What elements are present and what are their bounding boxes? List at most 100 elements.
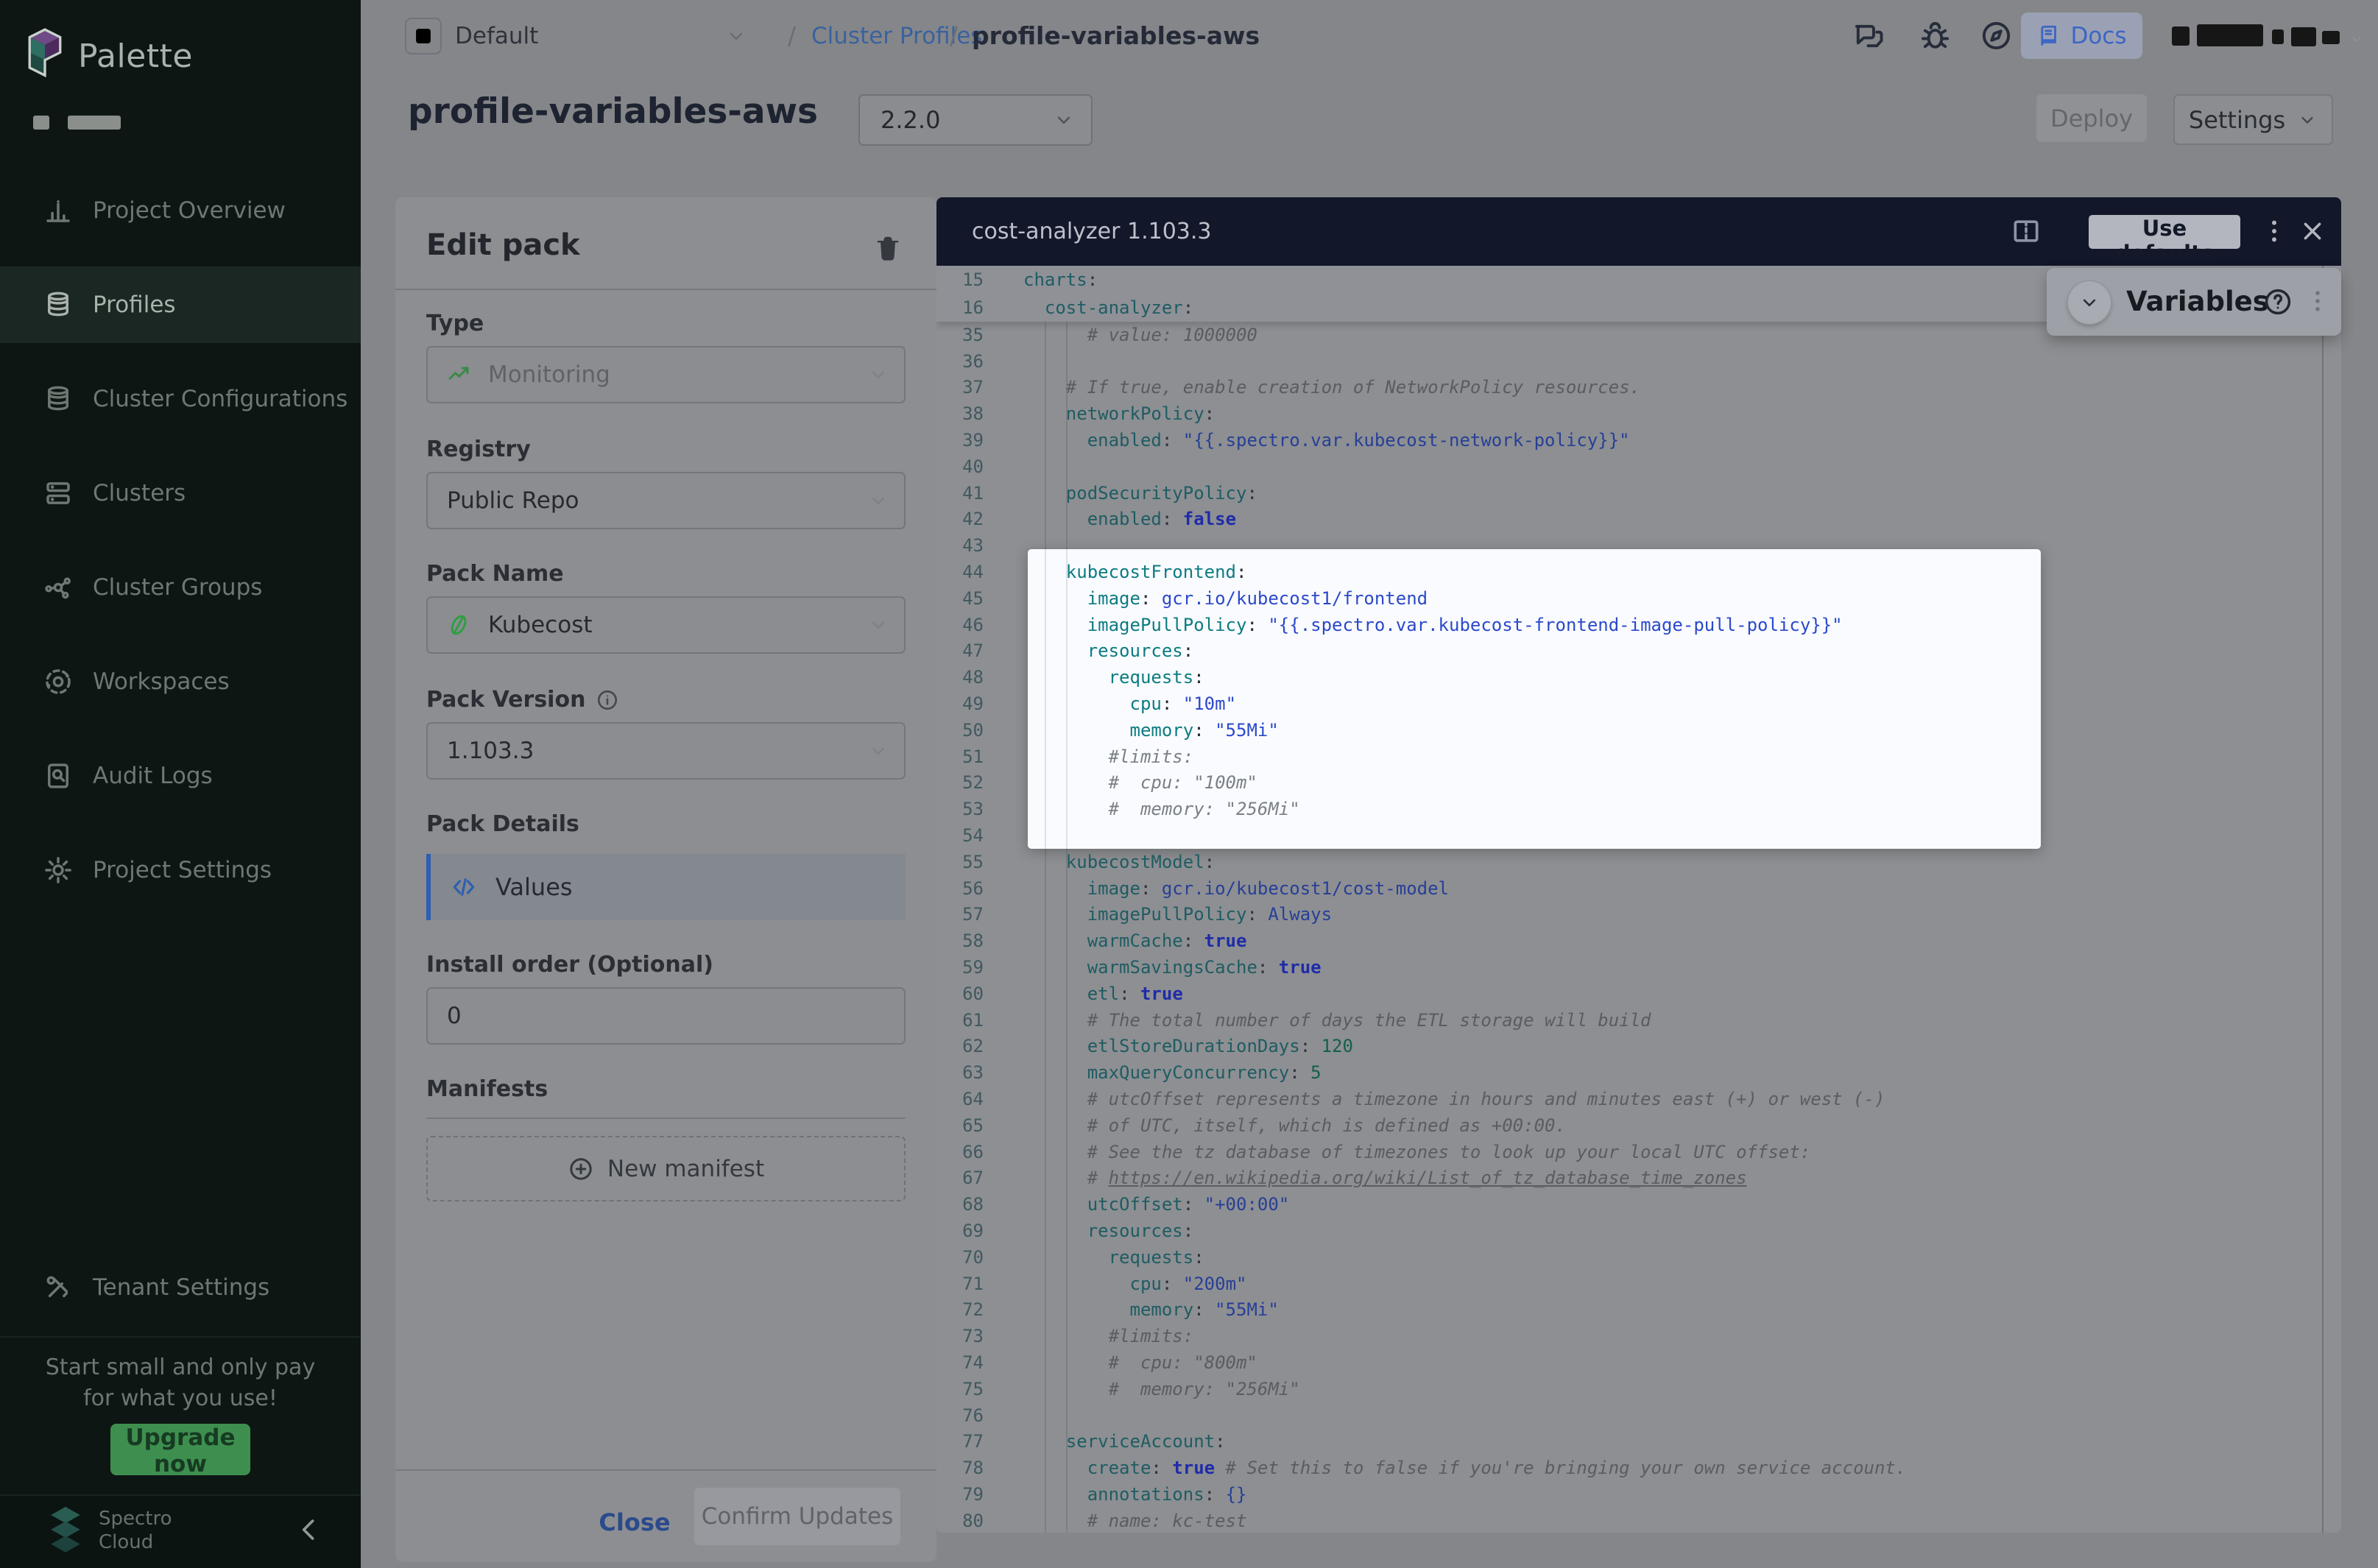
code-line[interactable]: 57 imagePullPolicy: Always [936, 902, 2341, 928]
line-number: 40 [936, 456, 994, 477]
code-line[interactable]: 55 kubecostModel: [936, 849, 2341, 875]
code-line[interactable]: 68 utcOffset: "+00:00" [936, 1191, 2341, 1218]
code-line[interactable]: 77 serviceAccount: [936, 1428, 2341, 1455]
pack-version-select[interactable]: 1.103.3 [426, 722, 906, 780]
code-line[interactable]: 43 [936, 532, 2341, 559]
pack-name-select[interactable]: Kubecost [426, 596, 906, 654]
code-line[interactable]: 58 warmCache: true [936, 928, 2341, 954]
editor-scrollbar[interactable] [2322, 266, 2324, 1533]
code-line[interactable]: 76 [936, 1402, 2341, 1429]
deploy-button[interactable]: Deploy [2036, 94, 2147, 142]
code-line[interactable]: 38 networkPolicy: [936, 400, 2341, 427]
code-line[interactable]: 45 image: gcr.io/kubecost1/frontend [936, 585, 2341, 612]
code-line[interactable]: 64 # utcOffset represents a timezone in … [936, 1086, 2341, 1112]
code-line[interactable]: 79 annotations: {} [936, 1481, 2341, 1508]
code-line[interactable]: 59 warmSavingsCache: true [936, 954, 2341, 981]
pack-version-label-text: Pack Version [426, 687, 585, 713]
install-order-input[interactable]: 0 [426, 987, 906, 1045]
profile-version-select[interactable]: 2.2.0 [858, 94, 1093, 146]
feedback-chat-icon[interactable] [1852, 18, 1886, 53]
sidebar-item-project-overview[interactable]: Project Overview [0, 172, 361, 249]
code-line[interactable]: 67 # https://en.wikipedia.org/wiki/List_… [936, 1165, 2341, 1192]
sidebar-item-tenant-settings[interactable]: Tenant Settings [0, 1249, 361, 1326]
collapse-sidebar-button[interactable] [293, 1514, 325, 1546]
sidebar-item-profiles[interactable]: Profiles [0, 266, 361, 343]
trash-icon[interactable] [872, 233, 903, 264]
code-line[interactable]: 63 maxQueryConcurrency: 5 [936, 1059, 2341, 1086]
kebab-menu-icon[interactable] [2259, 216, 2290, 247]
code-line[interactable]: 65 # of UTC, itself, which is defined as… [936, 1112, 2341, 1139]
code-line[interactable]: 52 # cpu: "100m" [936, 770, 2341, 797]
code-line[interactable]: 80 # name: kc-test [936, 1508, 2341, 1533]
code-line[interactable]: 74 # cpu: "800m" [936, 1349, 2341, 1376]
line-number: 74 [936, 1352, 994, 1373]
spectro-cloud-logo-icon [43, 1503, 88, 1558]
help-compass-icon[interactable] [1979, 18, 2014, 53]
code-line-text: kubecostModel: [994, 852, 1215, 872]
sidebar-item-clusters[interactable]: Clusters [0, 455, 361, 532]
code-line[interactable]: 61 # The total number of days the ETL st… [936, 1007, 2341, 1034]
line-number: 71 [936, 1274, 994, 1294]
settings-button[interactable]: Settings [2173, 94, 2333, 145]
code-line[interactable]: 70 requests: [936, 1244, 2341, 1271]
question-help-icon[interactable] [2262, 286, 2293, 317]
kebab-menu-icon[interactable] [2303, 286, 2332, 316]
editor-code-area[interactable]: 35 # value: 10000003637 # If true, enabl… [936, 322, 2341, 1533]
project-selector[interactable]: Default [405, 0, 538, 71]
use-defaults-button[interactable]: Use defaults [2089, 215, 2240, 249]
registry-select[interactable]: Public Repo [426, 472, 906, 529]
code-line[interactable]: 75 # memory: "256Mi" [936, 1376, 2341, 1402]
pack-details-values-item[interactable]: Values [426, 854, 906, 920]
code-line[interactable]: 66 # See the tz database of timezones to… [936, 1139, 2341, 1165]
code-line[interactable]: 39 enabled: "{{.spectro.var.kubecost-net… [936, 427, 2341, 453]
line-number: 68 [936, 1194, 994, 1215]
code-line[interactable]: 37 # If true, enable creation of Network… [936, 375, 2341, 401]
code-line-text: cost-analyzer: [994, 297, 1193, 318]
split-diff-icon[interactable] [2010, 215, 2042, 247]
confirm-updates-button[interactable]: Confirm Updates [694, 1488, 900, 1545]
code-line[interactable]: 40 [936, 453, 2341, 480]
code-line[interactable]: 42 enabled: false [936, 506, 2341, 533]
code-line[interactable]: 44 kubecostFrontend: [936, 559, 2341, 585]
bug-report-icon[interactable] [1918, 18, 1952, 53]
code-line-text: maxQueryConcurrency: 5 [994, 1062, 1322, 1083]
code-line[interactable]: 54 [936, 822, 2341, 849]
code-line[interactable]: 51 #limits: [936, 744, 2341, 770]
type-select[interactable]: Monitoring [426, 346, 906, 403]
new-manifest-button[interactable]: New manifest [426, 1136, 906, 1201]
line-number: 46 [936, 615, 994, 635]
code-line[interactable]: 72 memory: "55Mi" [936, 1296, 2341, 1323]
project-scope-icon [405, 18, 442, 54]
code-line[interactable]: 69 resources: [936, 1218, 2341, 1244]
code-line[interactable]: 49 cpu: "10m" [936, 691, 2341, 717]
sidebar-item-audit-logs[interactable]: Audit Logs [0, 738, 361, 814]
line-number: 15 [936, 269, 994, 290]
user-menu-chevron-icon[interactable] [2349, 31, 2365, 47]
code-line[interactable]: 78 create: true # Set this to false if y… [936, 1455, 2341, 1481]
code-line[interactable]: 46 imagePullPolicy: "{{.spectro.var.kube… [936, 612, 2341, 638]
sidebar-item-cluster-groups[interactable]: Cluster Groups [0, 549, 361, 626]
code-line[interactable]: 53 # memory: "256Mi" [936, 796, 2341, 822]
code-line[interactable]: 73 #limits: [936, 1323, 2341, 1349]
code-line[interactable]: 56 image: gcr.io/kubecost1/cost-model [936, 875, 2341, 902]
code-line[interactable]: 48 requests: [936, 664, 2341, 691]
code-line[interactable]: 41 podSecurityPolicy: [936, 480, 2341, 506]
sidebar-item-cluster-configurations[interactable]: Cluster Configurations [0, 361, 361, 437]
code-line[interactable]: 47 resources: [936, 638, 2341, 665]
code-line[interactable]: 60 etl: true [936, 981, 2341, 1007]
code-line-text: annotations: {} [994, 1484, 1246, 1505]
code-line[interactable]: 50 memory: "55Mi" [936, 717, 2341, 744]
registry-value: Public Repo [447, 487, 579, 514]
docs-button[interactable]: Docs [2021, 13, 2142, 59]
close-button[interactable]: Close [590, 1497, 679, 1548]
variables-collapse-button[interactable] [2067, 280, 2111, 325]
code-line[interactable]: 62 etlStoreDurationDays: 120 [936, 1034, 2341, 1060]
close-icon[interactable] [2297, 216, 2328, 247]
sidebar-item-workspaces[interactable]: Workspaces [0, 643, 361, 720]
code-line[interactable]: 71 cpu: "200m" [936, 1271, 2341, 1297]
code-line[interactable]: 36 [936, 348, 2341, 375]
sidebar-item-project-settings[interactable]: Project Settings [0, 832, 361, 908]
info-icon[interactable] [596, 688, 619, 712]
upgrade-now-button[interactable]: Upgrade now [110, 1424, 250, 1475]
line-number: 66 [936, 1142, 994, 1162]
